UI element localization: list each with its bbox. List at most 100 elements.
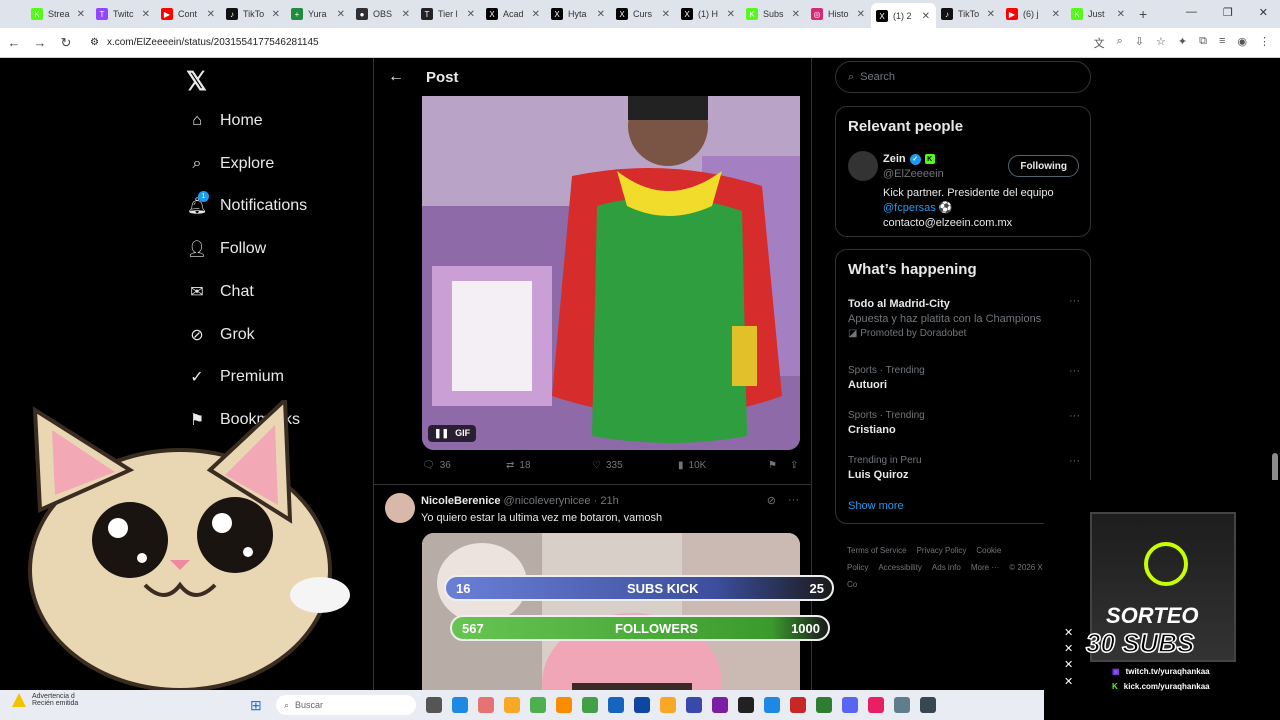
tab-close-icon[interactable]: ✕ <box>987 9 995 20</box>
close-window-icon[interactable]: ✕ <box>1259 6 1268 19</box>
taskbar-app-icon[interactable] <box>452 697 468 713</box>
new-tab-button[interactable]: + <box>1139 6 1147 22</box>
taskbar-app-icon[interactable] <box>582 697 598 713</box>
browser-tab[interactable]: K Subs ✕ <box>741 3 806 25</box>
forward-arrow-icon[interactable]: → <box>28 35 52 50</box>
nav-item-explore[interactable]: ⌕ Explore <box>186 153 275 175</box>
taskbar-app-icon[interactable] <box>478 697 494 713</box>
url-field[interactable]: ⚙ x.com/ElZeeeein/status/203155417754628… <box>90 37 319 48</box>
tab-close-icon[interactable]: ✕ <box>207 9 215 20</box>
browser-tab[interactable]: ● OBS ✕ <box>351 3 416 25</box>
tab-close-icon[interactable]: ✕ <box>792 9 800 20</box>
more-dots-icon[interactable]: ··· <box>1069 410 1080 422</box>
browser-tab[interactable]: ▶ (6) j ✕ <box>1001 3 1066 25</box>
taskbar-app-icon[interactable] <box>868 697 884 713</box>
taskbar-app-icon[interactable] <box>920 697 936 713</box>
grok-icon[interactable]: ⊘ <box>767 494 776 507</box>
footer-link[interactable]: Privacy Policy <box>917 546 967 555</box>
like-button[interactable]: ♡ 335 <box>592 460 678 471</box>
taskbar-app-icon[interactable] <box>842 697 858 713</box>
bio-link[interactable]: @fcpersas <box>883 202 936 214</box>
avatar[interactable] <box>385 493 415 523</box>
taskbar-app-icon[interactable] <box>634 697 650 713</box>
extensions-puzzle-icon[interactable]: ⧉ <box>1199 35 1207 51</box>
repost-button[interactable]: ⇄ 18 <box>506 460 592 471</box>
install-icon[interactable]: ⇩ <box>1135 35 1144 51</box>
trend-item[interactable]: Todo al Madrid-City Apuesta y haz platita… <box>848 295 1080 339</box>
pause-icon[interactable]: ❚❚ <box>434 428 449 439</box>
nav-item-home[interactable]: ⌂ Home <box>186 110 263 132</box>
reply-author-handle[interactable]: @nicoleverynicee <box>504 495 591 507</box>
translate-icon[interactable]: 文 <box>1094 35 1105 51</box>
trend-item[interactable]: Sports · Trending Cristiano ··· <box>848 410 1080 436</box>
browser-tab[interactable]: ♪ TikTo ✕ <box>936 3 1001 25</box>
browser-tab[interactable]: K Strea ✕ <box>26 3 91 25</box>
more-dots-icon[interactable]: ··· <box>1069 455 1080 467</box>
nav-item-follow[interactable]: 👤︎ Follow <box>186 238 266 260</box>
nav-item-premium[interactable]: ✓ Premium <box>186 366 284 388</box>
tab-close-icon[interactable]: ✕ <box>1052 9 1060 20</box>
zoom-icon[interactable]: ⌕ <box>1117 35 1123 51</box>
tab-close-icon[interactable]: ✕ <box>597 9 605 20</box>
reply-time[interactable]: · 21h <box>594 495 619 507</box>
taskbar-app-icon[interactable] <box>608 697 624 713</box>
back-arrow-icon[interactable]: ← <box>2 35 26 50</box>
taskbar-app-icon[interactable] <box>530 697 546 713</box>
trend-item[interactable]: Trending in Peru Luis Quiroz ··· <box>848 455 1080 481</box>
browser-tab[interactable]: T Twitc ✕ <box>91 3 156 25</box>
footer-link[interactable]: More ··· <box>971 563 999 572</box>
person-name-row[interactable]: Zein ✓ K <box>883 153 935 165</box>
footer-link[interactable]: Terms of Service <box>847 546 907 555</box>
more-dots-icon[interactable]: ··· <box>1069 365 1080 377</box>
taskbar-app-icon[interactable] <box>764 697 780 713</box>
maximize-icon[interactable]: ❐ <box>1223 6 1233 19</box>
browser-tab[interactable]: ▶ Cont ✕ <box>156 3 221 25</box>
taskbar-app-icon[interactable] <box>426 697 442 713</box>
browser-tab[interactable]: X (1) H ✕ <box>676 3 741 25</box>
taskbar-app-icon[interactable] <box>686 697 702 713</box>
taskbar-app-icon[interactable] <box>504 697 520 713</box>
windows-start-icon[interactable]: ⊞ <box>250 697 262 714</box>
tab-close-icon[interactable]: ✕ <box>532 9 540 20</box>
tab-close-icon[interactable]: ✕ <box>272 9 280 20</box>
tab-close-icon[interactable]: ✕ <box>1117 9 1125 20</box>
reply-post[interactable]: NicoleBerenice @nicoleverynicee · 21h ⊘ … <box>374 484 811 524</box>
nav-item-chat[interactable]: ✉ Chat <box>186 281 254 303</box>
reading-list-icon[interactable]: ≡ <box>1219 35 1225 51</box>
browser-tab[interactable]: K Just ✕ <box>1066 3 1131 25</box>
tab-close-icon[interactable]: ✕ <box>337 9 345 20</box>
browser-tab[interactable]: X (1) 2 ✕ <box>871 3 936 29</box>
browser-tab[interactable]: X Curs ✕ <box>611 3 676 25</box>
menu-dots-icon[interactable]: ⋮ <box>1259 35 1270 51</box>
back-arrow-icon[interactable]: ← <box>388 68 404 86</box>
tab-close-icon[interactable]: ✕ <box>857 9 865 20</box>
search-input[interactable]: ⌕ Search <box>835 61 1091 93</box>
browser-tab[interactable]: T Tier l ✕ <box>416 3 481 25</box>
show-more-link[interactable]: Show more <box>848 500 904 512</box>
reload-icon[interactable]: ↻ <box>54 35 78 51</box>
nav-item-notifications[interactable]: 🔔︎ Notifications 1 <box>186 191 307 217</box>
browser-tab[interactable]: X Hyta ✕ <box>546 3 611 25</box>
bookmark-star-icon[interactable]: ☆ <box>1156 35 1166 51</box>
more-dots-icon[interactable]: ··· <box>788 494 799 507</box>
gif-badge[interactable]: ❚❚ GIF <box>428 425 477 442</box>
minimize-icon[interactable]: — <box>1186 6 1197 19</box>
taskbar-app-icon[interactable] <box>556 697 572 713</box>
trend-item[interactable]: Sports · Trending Autuori ··· <box>848 365 1080 391</box>
tab-close-icon[interactable]: ✕ <box>662 9 670 20</box>
taskbar-app-icon[interactable] <box>790 697 806 713</box>
footer-link[interactable]: Ads info <box>932 563 961 572</box>
extension-icon[interactable]: ✦ <box>1178 35 1187 51</box>
browser-tab[interactable]: ♪ TikTo ✕ <box>221 3 286 25</box>
bio-email[interactable]: contacto@elzeein.com.mx <box>883 216 1083 231</box>
browser-tab[interactable]: + Yura ✕ <box>286 3 351 25</box>
taskbar-app-icon[interactable] <box>660 697 676 713</box>
reply-author-name[interactable]: NicoleBerenice <box>421 495 500 507</box>
tab-close-icon[interactable]: ✕ <box>142 9 150 20</box>
taskbar-app-icon[interactable] <box>894 697 910 713</box>
tab-close-icon[interactable]: ✕ <box>467 9 475 20</box>
reply-button[interactable]: 🗨 36 <box>422 460 506 471</box>
footer-link[interactable]: Accessibility <box>878 563 922 572</box>
tab-close-icon[interactable]: ✕ <box>727 9 735 20</box>
taskbar-app-icon[interactable] <box>712 697 728 713</box>
